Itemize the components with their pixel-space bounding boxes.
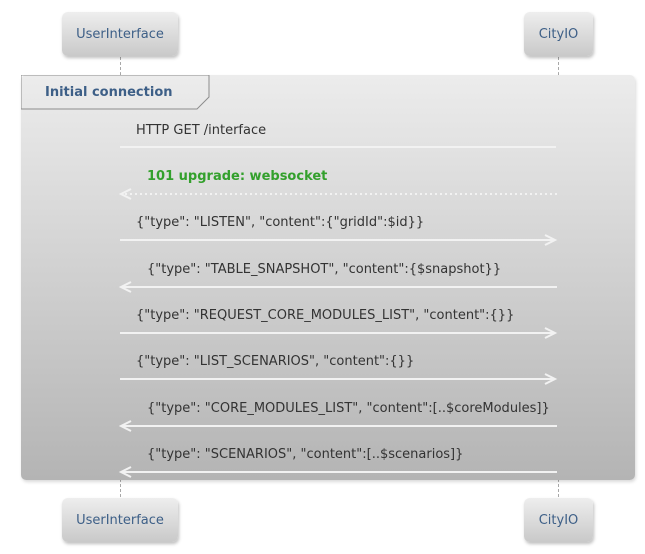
message-arrows [118,146,558,478]
